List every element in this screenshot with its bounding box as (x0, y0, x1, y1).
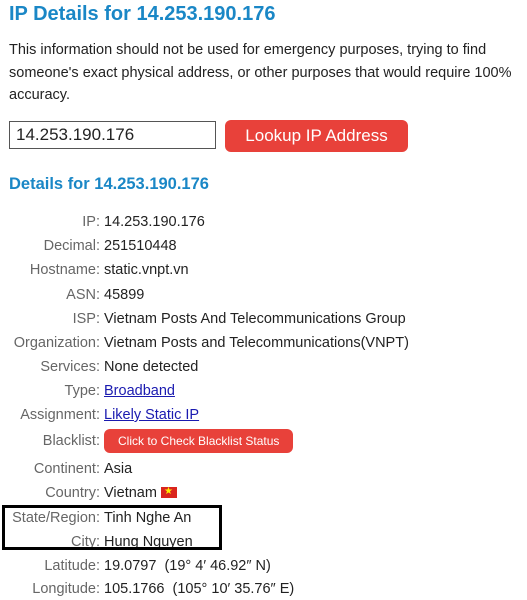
country-value: Vietnam (104, 485, 157, 501)
organization-value: Vietnam Posts and Telecommunications(VNP… (104, 335, 409, 351)
detail-row-isp: ISP: Vietnam Posts And Telecommunication… (0, 308, 527, 330)
continent-value: Asia (104, 461, 133, 477)
location-highlight-box (2, 505, 222, 550)
vietnam-flag-icon: ★ (160, 486, 177, 498)
check-blacklist-button[interactable]: Click to Check Blacklist Status (104, 429, 294, 453)
asn-label: ASN: (66, 287, 100, 303)
detail-row-continent: Continent: Asia (0, 458, 527, 480)
blacklist-label: Blacklist: (42, 433, 100, 449)
latitude-value: 19.0797 (19° 4′ 46.92″ N) (104, 558, 271, 574)
ip-search-input[interactable] (9, 121, 216, 149)
ip-label: IP: (82, 214, 100, 230)
latitude-label: Latitude: (44, 558, 100, 574)
page-title: IP Details for 14.253.190.176 (9, 3, 276, 25)
decimal-label: Decimal: (43, 238, 100, 254)
broadband-link[interactable]: Broadband (104, 383, 175, 399)
detail-row-decimal: Decimal: 251510448 (0, 235, 527, 257)
detail-row-country: Country: Vietnam ★ (0, 482, 527, 504)
detail-row-type: Type: Broadband (0, 380, 527, 402)
ip-value: 14.253.190.176 (104, 214, 205, 230)
decimal-value: 251510448 (104, 238, 177, 254)
longitude-value: 105.1766 (105° 10′ 35.76″ E) (104, 581, 295, 597)
details-heading: Details for 14.253.190.176 (9, 175, 209, 193)
lookup-ip-button[interactable]: Lookup IP Address (225, 120, 408, 152)
isp-label: ISP: (72, 311, 100, 327)
accuracy-notice: This information should not be used for … (9, 42, 512, 103)
longitude-label: Longitude: (32, 581, 100, 597)
detail-row-assignment: Assignment: Likely Static IP (0, 404, 527, 426)
detail-row-blacklist: Blacklist: Click to Check Blacklist Stat… (0, 429, 527, 453)
detail-row-latitude: Latitude: 19.0797 (19° 4′ 46.92″ N) (0, 555, 527, 577)
isp-value: Vietnam Posts And Telecommunications Gro… (104, 311, 406, 327)
detail-row-ip: IP: 14.253.190.176 (0, 211, 527, 233)
detail-row-asn: ASN: 45899 (0, 284, 527, 306)
country-label: Country: (45, 485, 100, 501)
hostname-label: Hostname: (29, 262, 100, 278)
detail-row-hostname: Hostname: static.vnpt.vn (0, 259, 527, 281)
detail-row-organization: Organization: Vietnam Posts and Telecomm… (0, 332, 527, 354)
organization-label: Organization: (13, 335, 100, 351)
services-value: None detected (104, 359, 199, 375)
continent-label: Continent: (33, 461, 100, 477)
assignment-label: Assignment: (20, 407, 100, 423)
likely-static-ip-link[interactable]: Likely Static IP (104, 407, 199, 423)
detail-row-services: Services: None detected (0, 356, 527, 378)
services-label: Services: (40, 359, 100, 375)
type-label: Type: (64, 383, 100, 399)
asn-value: 45899 (104, 287, 145, 303)
detail-row-longitude: Longitude: 105.1766 (105° 10′ 35.76″ E) (0, 578, 527, 600)
hostname-value: static.vnpt.vn (104, 262, 189, 278)
